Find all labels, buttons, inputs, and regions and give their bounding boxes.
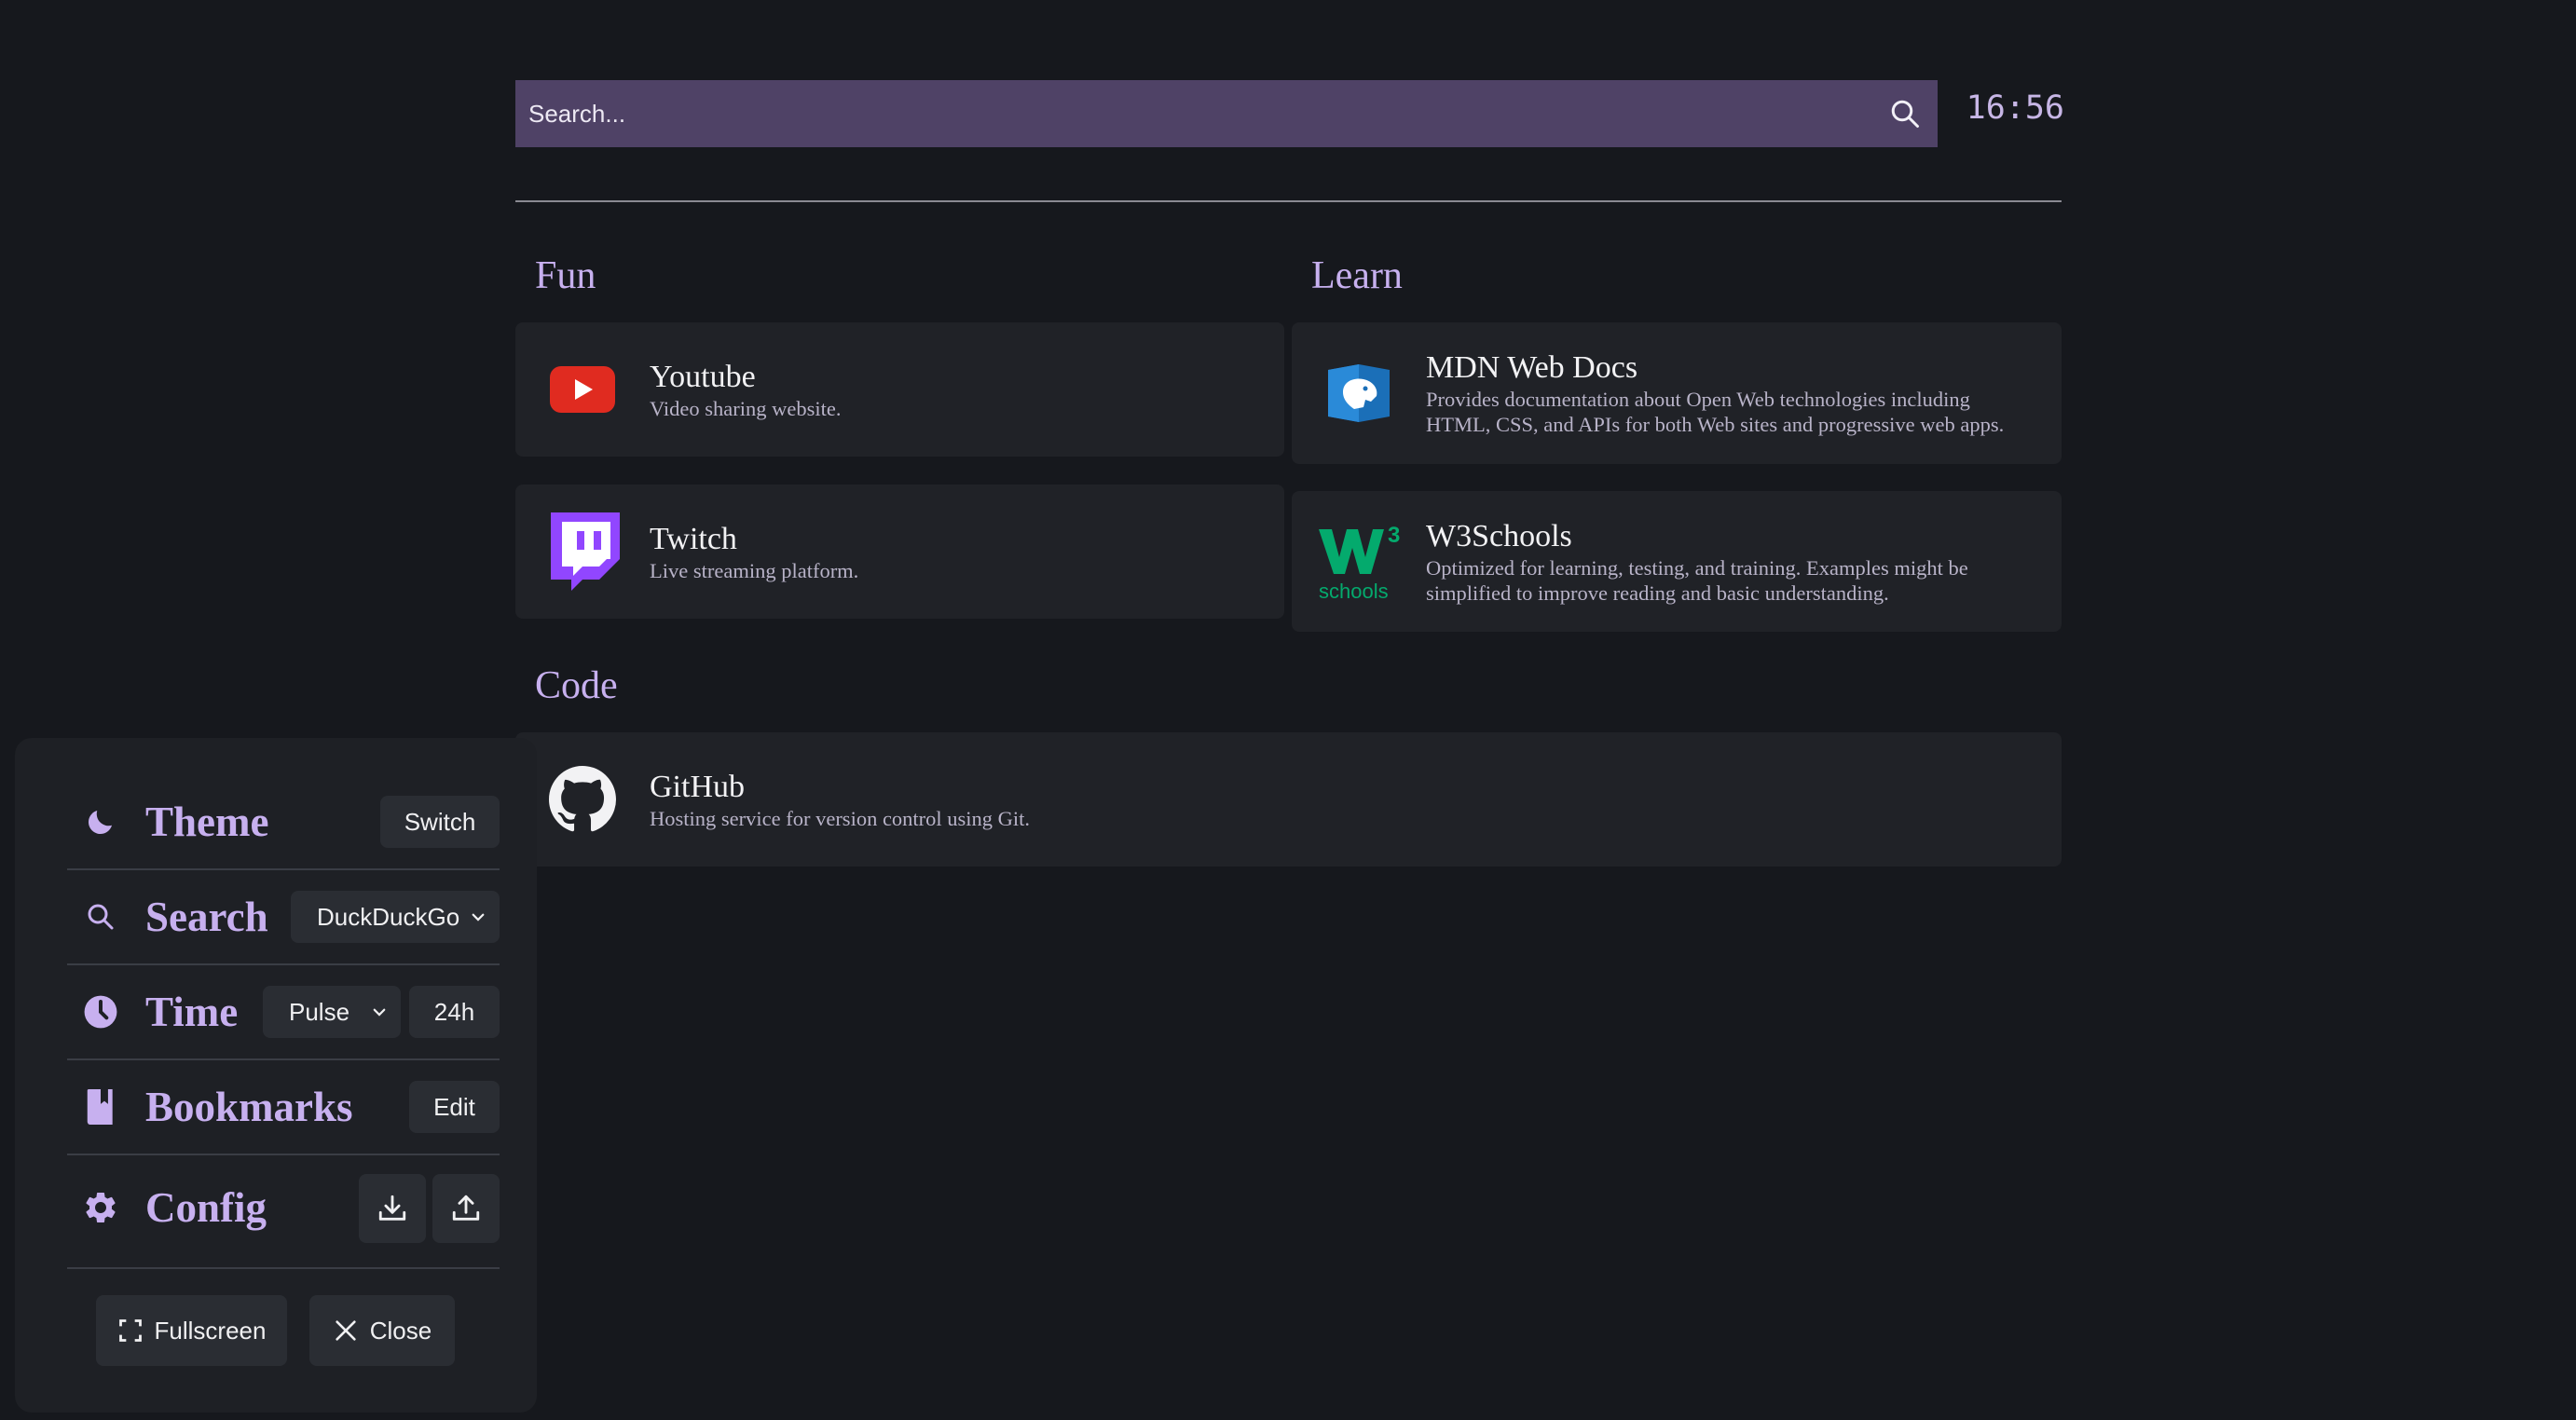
bookmark-title: Twitch bbox=[650, 521, 737, 556]
config-download-button[interactable] bbox=[359, 1174, 426, 1243]
bookmarks-label: Bookmarks bbox=[145, 1084, 353, 1130]
settings-row-search: Search DuckDuckGo bbox=[67, 870, 500, 963]
fullscreen-icon bbox=[118, 1319, 142, 1342]
bookmark-description-line: Provides documentation about Open Web te… bbox=[1426, 388, 1970, 411]
settings-row-time: Time Pulse 24h bbox=[67, 965, 500, 1058]
fullscreen-button[interactable]: Fullscreen bbox=[96, 1295, 287, 1366]
theme-label: Theme bbox=[145, 799, 269, 845]
config-label: Config bbox=[145, 1184, 267, 1231]
group-title-learn: Learn bbox=[1311, 254, 1403, 297]
search-input[interactable] bbox=[515, 79, 1872, 148]
bookmark-twitch[interactable]: Twitch Live streaming platform. bbox=[515, 485, 1284, 619]
download-icon bbox=[378, 1195, 406, 1221]
svg-text:3: 3 bbox=[1388, 523, 1400, 548]
close-icon bbox=[336, 1320, 356, 1341]
search-engine-value: DuckDuckGo bbox=[317, 902, 460, 931]
theme-switch-button[interactable]: Switch bbox=[380, 796, 500, 848]
github-icon bbox=[549, 766, 616, 832]
config-upload-button[interactable] bbox=[432, 1174, 500, 1243]
bookmark-description-line: simplified to improve reading and basic … bbox=[1426, 580, 1889, 605]
bookmark-github[interactable]: GitHub Hosting service for version contr… bbox=[515, 732, 2062, 867]
clock-icon bbox=[84, 995, 117, 1029]
bookmark-title: MDN Web Docs bbox=[1426, 350, 1638, 385]
group-title-code: Code bbox=[535, 664, 618, 707]
search-engine-select[interactable]: DuckDuckGo bbox=[291, 891, 500, 943]
bookmark-description: Hosting service for version control usin… bbox=[650, 806, 1031, 830]
mdn-icon bbox=[1328, 364, 1390, 422]
group-title-fun: Fun bbox=[535, 254, 596, 297]
close-label: Close bbox=[369, 1316, 432, 1345]
time-format-button[interactable]: 24h bbox=[409, 986, 500, 1038]
bookmark-w3schools[interactable]: 3 schools W3Schools Optimized for learnin… bbox=[1292, 491, 2062, 632]
search-button[interactable] bbox=[1872, 80, 1938, 147]
settings-panel: Theme Switch Search DuckDuckGo Time Puls… bbox=[15, 738, 537, 1413]
bookmark-title: GitHub bbox=[650, 769, 745, 804]
fullscreen-label: Fullscreen bbox=[154, 1316, 267, 1345]
settings-row-config: Config bbox=[67, 1155, 500, 1260]
bookmark-youtube[interactable]: Youtube Video sharing website. bbox=[515, 322, 1284, 457]
gear-icon bbox=[86, 1193, 116, 1222]
chevron-down-icon bbox=[472, 913, 485, 922]
search-bar bbox=[515, 79, 1938, 148]
bookmark-icon bbox=[87, 1089, 113, 1125]
bookmark-title: W3Schools bbox=[1426, 518, 1572, 553]
clock: 16:56 bbox=[1966, 89, 2064, 127]
upload-icon bbox=[452, 1195, 480, 1221]
search-icon bbox=[88, 904, 114, 930]
time-label: Time bbox=[145, 989, 239, 1035]
divider bbox=[515, 200, 2062, 202]
bookmarks-edit-button[interactable]: Edit bbox=[409, 1081, 500, 1133]
bookmark-title: Youtube bbox=[650, 359, 756, 394]
bookmark-description-line: Optimized for learning, testing, and tra… bbox=[1426, 555, 1968, 580]
bookmark-description: Live streaming platform. bbox=[650, 558, 859, 582]
divider bbox=[67, 1267, 500, 1269]
w3schools-icon: 3 schools bbox=[1319, 523, 1400, 602]
time-style-value: Pulse bbox=[289, 997, 350, 1026]
close-button[interactable]: Close bbox=[309, 1295, 455, 1366]
bookmark-mdn[interactable]: MDN Web Docs Provides documentation abou… bbox=[1292, 322, 2062, 464]
bookmark-description: Video sharing website. bbox=[650, 396, 842, 420]
settings-row-bookmarks: Bookmarks Edit bbox=[67, 1060, 500, 1154]
bookmark-description-line: HTML, CSS, and APIs for both Web sites a… bbox=[1426, 413, 2005, 436]
svg-text:schools: schools bbox=[1319, 580, 1389, 602]
twitch-icon bbox=[551, 512, 620, 591]
chevron-down-icon bbox=[373, 1008, 386, 1017]
search-label: Search bbox=[145, 894, 268, 940]
settings-row-theme: Theme Switch bbox=[67, 775, 500, 868]
time-style-select[interactable]: Pulse bbox=[263, 986, 401, 1038]
moon-icon bbox=[88, 811, 112, 835]
youtube-icon bbox=[550, 366, 615, 413]
search-icon bbox=[1891, 100, 1919, 128]
